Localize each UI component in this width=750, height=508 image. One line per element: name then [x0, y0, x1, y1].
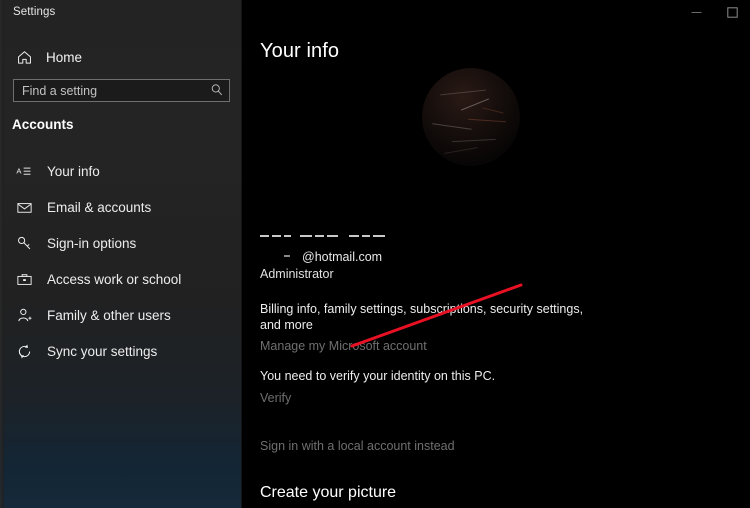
user-avatar[interactable] — [422, 68, 520, 166]
search-container[interactable] — [13, 79, 230, 102]
redaction-mark — [300, 235, 312, 237]
contact-card-icon: A — [14, 161, 34, 181]
sidebar-item-home[interactable]: Home — [0, 43, 242, 71]
redaction-mark — [284, 235, 291, 237]
sidebar-item-label: Sign-in options — [47, 235, 137, 251]
sidebar-item-label: Family & other users — [47, 307, 171, 323]
sign-in-local-account-link[interactable]: Sign in with a local account instead — [260, 439, 455, 453]
sidebar-item-label: Sync your settings — [47, 343, 158, 359]
settings-window: Settings Home Accounts — [0, 0, 750, 508]
avatar-detail — [468, 118, 506, 123]
create-your-picture-heading: Create your picture — [260, 484, 397, 501]
verify-link[interactable]: Verify — [260, 391, 291, 405]
envelope-icon — [14, 197, 34, 217]
account-display-name-redacted — [260, 230, 394, 244]
key-icon — [14, 233, 34, 253]
svg-text:A: A — [16, 166, 22, 175]
redaction-mark — [349, 235, 359, 237]
account-email-domain: @hotmail.com — [302, 250, 383, 264]
person-add-icon — [14, 305, 34, 325]
avatar-detail — [482, 107, 504, 114]
page-title: Your info — [260, 40, 340, 62]
billing-description: Billing info, family settings, subscript… — [260, 302, 584, 332]
maximize-button[interactable] — [714, 0, 750, 24]
account-role: Administrator — [260, 267, 334, 281]
verify-identity-text: You need to verify your identity on this… — [260, 369, 496, 383]
sidebar-item-label: Your info — [47, 163, 100, 179]
home-icon — [14, 47, 34, 67]
sidebar-item-label: Email & accounts — [47, 199, 152, 215]
sidebar: Settings Home Accounts — [0, 0, 242, 508]
redaction-mark — [260, 235, 269, 237]
sidebar-item-sign-in-options[interactable]: Sign-in options — [0, 227, 242, 259]
sidebar-home-label: Home — [46, 49, 83, 65]
minimize-button[interactable] — [678, 0, 714, 24]
redaction-mark — [315, 235, 324, 237]
avatar-detail — [432, 123, 472, 130]
avatar-detail — [440, 89, 486, 96]
redaction-mark — [272, 235, 281, 237]
sidebar-item-your-info[interactable]: A Your info — [0, 155, 242, 187]
sidebar-item-sync-your-settings[interactable]: Sync your settings — [0, 335, 242, 367]
sidebar-item-family-other-users[interactable]: Family & other users — [0, 299, 242, 331]
sidebar-item-email-accounts[interactable]: Email & accounts — [0, 191, 242, 223]
avatar-detail — [444, 147, 478, 154]
redaction-mark — [362, 235, 370, 237]
email-redaction-mark: xxxxx — [260, 250, 302, 264]
account-email: xxxxx@hotmail.com — [260, 250, 382, 264]
search-input[interactable] — [13, 79, 230, 102]
avatar-detail — [452, 138, 496, 143]
sidebar-item-label: Access work or school — [47, 271, 182, 287]
sidebar-nav: A Your info Email & accounts Sign-in opt… — [0, 155, 242, 371]
sidebar-section-heading: Accounts — [12, 117, 74, 132]
sync-icon — [14, 341, 34, 361]
manage-microsoft-account-link[interactable]: Manage my Microsoft account — [260, 339, 427, 353]
redaction-mark — [327, 235, 338, 237]
redaction-mark — [373, 235, 385, 237]
briefcase-icon — [14, 269, 34, 289]
window-title: Settings — [13, 6, 56, 18]
window-controls — [678, 0, 750, 24]
main-content: Your info xxxxx@hotmail.com Administrat — [242, 0, 750, 508]
sidebar-item-access-work-school[interactable]: Access work or school — [0, 263, 242, 295]
